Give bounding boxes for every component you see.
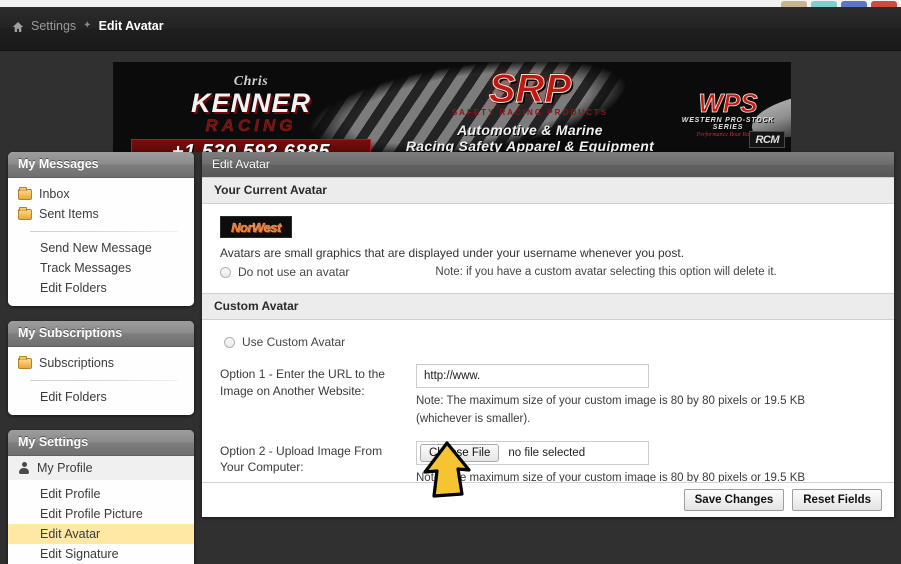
choose-file-button[interactable]: Choose File	[420, 443, 500, 462]
sidebar-item-label: Inbox	[39, 187, 70, 201]
radio-label-do-not-use-avatar: Do not use an avatar	[238, 265, 350, 280]
option-1-label: Option 1 - Enter the URL to the Image on…	[220, 367, 385, 398]
avatar-logo-text: NorWest	[231, 219, 282, 235]
sidebar-item-label: Edit Avatar	[40, 527, 101, 541]
breadcrumb-current: Edit Avatar	[98, 19, 164, 33]
sidebar-panel-my-settings: My Settings My Profile Edit Profile Edit…	[8, 430, 194, 564]
radio-do-not-use-avatar[interactable]	[220, 266, 231, 278]
kenner-main-text: KENNER	[190, 88, 311, 118]
screen-root: Settings ✦ Edit Avatar Chris KENNER RACI…	[0, 0, 901, 564]
sidebar-item-label: Edit Profile	[40, 487, 101, 501]
banner-artwork: Chris KENNER RACING +1 530 592 6885 SRP …	[113, 62, 791, 152]
content-title: Edit Avatar	[202, 152, 894, 177]
sidebar-item-sent-items[interactable]: Sent Items	[8, 204, 194, 224]
sidebar-item-label: Subscriptions	[39, 356, 115, 370]
radio-note-do-not-use-avatar: Note: if you have a custom avatar select…	[435, 266, 777, 279]
sidebar-item-label: Send New Message	[40, 241, 152, 255]
sidebar: My Messages Inbox Sent Items Send New Me…	[8, 152, 194, 564]
sidebar-item-edit-signature[interactable]: Edit Signature	[8, 544, 194, 564]
srp-tagline-1: Automotive & Marine	[457, 122, 603, 138]
folder-icon	[18, 206, 32, 220]
sidebar-item-subscriptions[interactable]: Subscriptions	[8, 353, 194, 373]
folder-icon	[18, 355, 32, 369]
panel-title-my-messages: My Messages	[8, 152, 194, 178]
breadcrumb-separator-icon: ✦	[83, 19, 92, 31]
sidebar-item-label: Sent Items	[39, 207, 99, 221]
browser-chrome-strip	[0, 0, 901, 7]
file-upload-control[interactable]: Choose File no file selected	[416, 440, 649, 465]
breadcrumb-settings[interactable]: Settings	[31, 19, 76, 33]
page-topbar: Settings ✦ Edit Avatar	[0, 7, 901, 51]
option-1-row: Option 1 - Enter the URL to the Image on…	[220, 364, 876, 428]
sidebar-item-edit-folders-subscriptions[interactable]: Edit Folders	[8, 387, 194, 407]
sidebar-item-edit-avatar[interactable]: Edit Avatar	[8, 524, 194, 544]
sidebar-item-edit-profile[interactable]: Edit Profile	[8, 484, 194, 504]
section-heading-custom-avatar: Custom Avatar	[202, 293, 894, 321]
sidebar-divider	[30, 380, 178, 381]
panel-title-my-subscriptions: My Subscriptions	[8, 321, 194, 347]
breadcrumb: Settings ✦ Edit Avatar	[12, 19, 164, 33]
option-1-note: Note: The maximum size of your custom im…	[416, 395, 806, 425]
rcm-badge: RCM	[749, 131, 785, 148]
home-icon[interactable]	[12, 21, 24, 33]
file-status-label: no file selected	[508, 446, 586, 459]
sidebar-divider	[30, 231, 178, 232]
sidebar-item-label: Edit Profile Picture	[40, 507, 143, 521]
save-changes-button[interactable]: Save Changes	[683, 489, 785, 511]
radio-row-no-avatar: Do not use an avatar Note: if you have a…	[220, 265, 876, 279]
srp-logo-block: SRP SAFETY RACING PRODUCTS Automotive & …	[405, 67, 655, 153]
wps-logo-text: WPS	[698, 88, 758, 118]
main-content-panel: Edit Avatar Your Current Avatar NorWest …	[202, 152, 894, 517]
sidebar-item-label: Track Messages	[40, 261, 132, 275]
avatar-description: Avatars are small graphics that are disp…	[220, 246, 685, 260]
panel-body-my-messages: Inbox Sent Items Send New Message Track …	[8, 178, 194, 306]
option-1-field-group: Note: The maximum size of your custom im…	[416, 364, 876, 428]
sidebar-panel-my-subscriptions: My Subscriptions Subscriptions Edit Fold…	[8, 321, 194, 415]
sidebar-item-track-messages[interactable]: Track Messages	[8, 258, 194, 278]
sidebar-item-edit-profile-picture[interactable]: Edit Profile Picture	[8, 504, 194, 524]
radio-label-use-custom-avatar: Use Custom Avatar	[242, 335, 346, 350]
person-icon	[18, 462, 30, 474]
srp-subtitle: SAFETY RACING PRODUCTS	[451, 108, 609, 117]
folder-icon	[18, 186, 32, 200]
sidebar-item-inbox[interactable]: Inbox	[8, 184, 194, 204]
sidebar-item-label: Edit Folders	[40, 390, 107, 404]
kenner-phone-number: +1 530 592 6885	[131, 138, 371, 152]
kenner-racing-logo: Chris KENNER RACING +1 530 592 6885	[131, 74, 371, 152]
panel-body-my-settings: My Profile Edit Profile Edit Profile Pic…	[8, 456, 194, 564]
srp-logo-text: SRP	[488, 67, 572, 111]
reset-fields-button[interactable]: Reset Fields	[792, 489, 882, 511]
sidebar-item-my-profile[interactable]: My Profile	[8, 456, 194, 480]
radio-use-custom-avatar[interactable]	[224, 336, 235, 348]
sidebar-item-label: Edit Signature	[40, 547, 119, 561]
srp-tagline-2: Racing Safety Apparel & Equipment	[405, 138, 655, 152]
sidebar-item-label: Edit Folders	[40, 281, 107, 295]
sidebar-item-label: My Profile	[37, 461, 93, 475]
kenner-racing-text: RACING	[205, 116, 297, 135]
panel-title-my-settings: My Settings	[8, 430, 194, 456]
panel-body-my-subscriptions: Subscriptions Edit Folders	[8, 347, 194, 415]
current-avatar-image: NorWest	[220, 216, 292, 238]
sidebar-item-edit-folders-messages[interactable]: Edit Folders	[8, 278, 194, 298]
avatar-url-input[interactable]	[416, 364, 649, 389]
radio-row-use-custom-avatar: Use Custom Avatar	[224, 335, 876, 349]
content-footer: Save Changes Reset Fields	[202, 482, 894, 517]
site-banner[interactable]: Chris KENNER RACING +1 530 592 6885 SRP …	[113, 62, 791, 152]
wps-subtitle: WESTERN PRO-STOCK SERIES	[681, 117, 775, 131]
sidebar-panel-my-messages: My Messages Inbox Sent Items Send New Me…	[8, 152, 194, 306]
sidebar-item-send-new-message[interactable]: Send New Message	[8, 238, 194, 258]
section-body-current-avatar: NorWest Avatars are small graphics that …	[202, 204, 894, 293]
section-heading-current-avatar: Your Current Avatar	[202, 177, 894, 204]
